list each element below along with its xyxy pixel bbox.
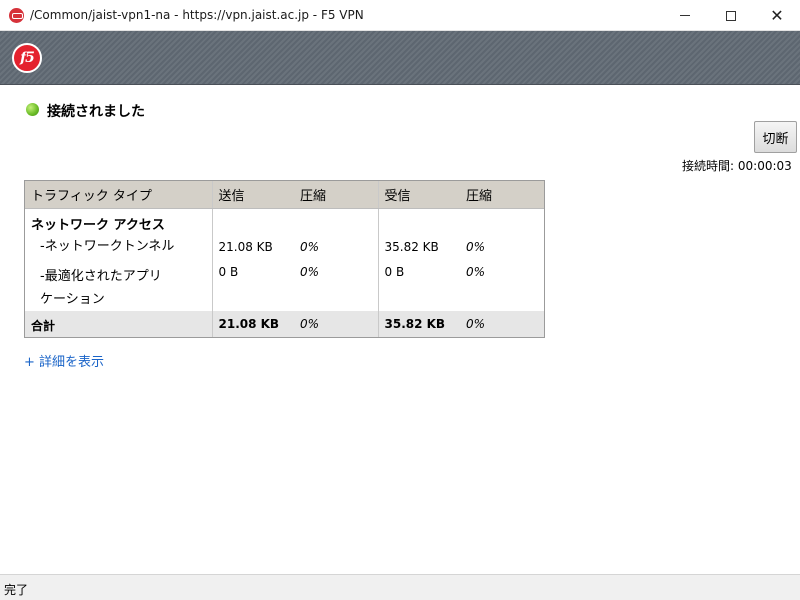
total-received: 35.82 KB <box>377 311 460 337</box>
row-sent: 0 B <box>211 260 294 311</box>
disconnect-button[interactable]: 切断 <box>754 121 797 153</box>
status-bar-text: 完了 <box>4 583 29 597</box>
row-sent-compression: 0% <box>300 240 320 254</box>
maximize-icon <box>726 10 736 21</box>
row-name: -最適化されたアプリ ケーション <box>25 260 212 311</box>
f5-app-icon <box>9 8 24 23</box>
traffic-table: トラフィック タイプ 送信 圧縮 受信 圧縮 ネットワーク アクセス -ネットワ… <box>24 180 545 338</box>
row-sent-compression: 0% <box>300 265 320 279</box>
maximize-button[interactable] <box>708 0 754 31</box>
duration-label: 接続時間: <box>682 159 735 173</box>
table-total-row: 合計 21.08 KB 0% 35.82 KB 0% <box>25 311 544 337</box>
row-sent: 21.08 KB <box>211 234 294 260</box>
duration-value: 00:00:03 <box>737 159 792 173</box>
close-button[interactable]: ✕ <box>754 0 800 31</box>
header-sent: 送信 <box>211 181 294 209</box>
show-details-link[interactable]: + 詳細を表示 <box>24 351 104 370</box>
table-row: -最適化されたアプリ ケーション 0 B 0% 0 B 0% <box>25 260 544 311</box>
close-icon: ✕ <box>770 5 784 25</box>
header-received: 受信 <box>377 181 460 209</box>
total-label: 合計 <box>25 311 212 337</box>
connection-status-text: 接続されました <box>47 104 145 120</box>
minimize-icon <box>680 15 690 16</box>
total-received-compression: 0% <box>460 311 544 337</box>
row-received-compression: 0% <box>466 240 486 254</box>
row-received-compression: 0% <box>466 265 486 279</box>
row-name: -ネットワークトンネル <box>40 239 175 254</box>
group-network-access: ネットワーク アクセス <box>31 217 165 233</box>
connection-duration: 接続時間: 00:00:03 <box>682 157 792 174</box>
minimize-button[interactable] <box>662 0 708 31</box>
window-title: /Common/jaist-vpn1-na - https://vpn.jais… <box>30 8 364 22</box>
header-banner: f5 <box>0 31 800 85</box>
total-sent-compression: 0% <box>294 311 378 337</box>
window-title-bar: /Common/jaist-vpn1-na - https://vpn.jais… <box>0 0 800 31</box>
row-received: 0 B <box>377 260 460 311</box>
header-sent-compression: 圧縮 <box>294 181 378 209</box>
total-sent: 21.08 KB <box>211 311 294 337</box>
row-name-line2: ケーション <box>40 292 105 307</box>
row-received: 35.82 KB <box>377 234 460 260</box>
table-row: -ネットワークトンネル 21.08 KB 0% 35.82 KB 0% <box>25 234 544 260</box>
connected-status-icon <box>26 103 39 116</box>
header-received-compression: 圧縮 <box>460 181 544 209</box>
table-header-row: トラフィック タイプ 送信 圧縮 受信 圧縮 <box>25 181 544 209</box>
f5-logo: f5 <box>12 43 42 73</box>
header-traffic-type: トラフィック タイプ <box>25 181 212 209</box>
table-group-row: ネットワーク アクセス <box>25 208 544 234</box>
row-name-line1: -最適化されたアプリ <box>40 269 162 284</box>
status-bar: 完了 <box>0 574 800 600</box>
